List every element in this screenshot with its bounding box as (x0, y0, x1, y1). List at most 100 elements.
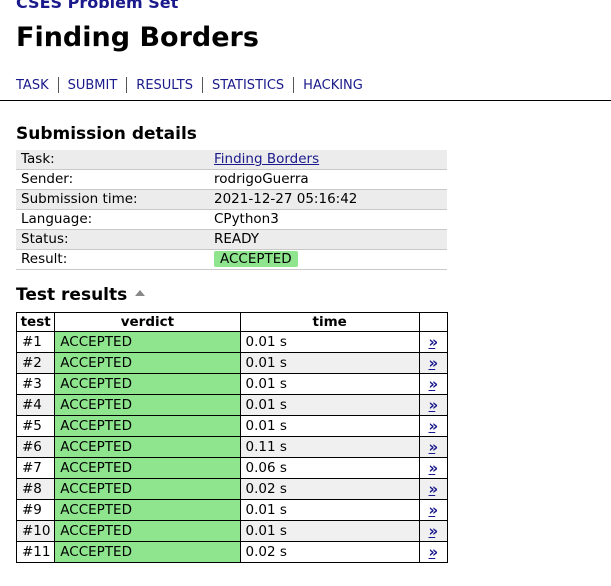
test-details-cell: » (418, 541, 449, 563)
nav-hacking[interactable]: HACKING (303, 78, 363, 93)
detail-row-result: Result: ACCEPTED (16, 249, 447, 270)
test-verdict: ACCEPTED (54, 373, 241, 395)
double-chevron-right-icon[interactable]: » (429, 522, 439, 540)
table-row: #3 ACCEPTED 0.01 s » (15, 373, 449, 395)
sort-up-icon[interactable] (135, 290, 146, 296)
test-details-cell: » (418, 415, 449, 437)
test-verdict: ACCEPTED (54, 394, 241, 416)
detail-label: Task: (16, 150, 209, 170)
submission-details-table: Task: Finding Borders Sender: rodrigoGue… (16, 150, 447, 270)
test-details-cell: » (418, 436, 449, 458)
double-chevron-right-icon[interactable]: » (429, 501, 439, 519)
detail-value: rodrigoGuerra (209, 169, 447, 190)
double-chevron-right-icon[interactable]: » (429, 438, 439, 456)
test-number: #11 (15, 541, 56, 563)
detail-row-status: Status: READY (16, 229, 447, 250)
double-chevron-right-icon[interactable]: » (429, 375, 439, 393)
table-row: #6 ACCEPTED 0.11 s » (15, 436, 449, 458)
result-badge: ACCEPTED (214, 251, 298, 267)
test-verdict: ACCEPTED (54, 499, 241, 521)
test-number: #7 (15, 457, 56, 479)
test-results-heading: Test results (16, 285, 146, 305)
double-chevron-right-icon[interactable]: » (429, 396, 439, 414)
detail-label: Status: (16, 229, 209, 250)
nav-submit[interactable]: SUBMIT (68, 78, 118, 93)
detail-value: 2021-12-27 05:16:42 (209, 189, 447, 210)
double-chevron-right-icon[interactable]: » (429, 480, 439, 498)
nav-divider (293, 77, 295, 93)
test-verdict: ACCEPTED (54, 478, 241, 500)
detail-value: READY (209, 229, 447, 250)
detail-row-sender: Sender: rodrigoGuerra (16, 169, 447, 190)
double-chevron-right-icon[interactable]: » (429, 417, 439, 435)
test-details-cell: » (418, 331, 449, 353)
submission-details-heading: Submission details (16, 124, 197, 144)
test-number: #4 (15, 394, 56, 416)
test-time: 0.06 s (239, 457, 420, 479)
detail-row-submission-time: Submission time: 2021-12-27 05:16:42 (16, 189, 447, 210)
test-time: 0.01 s (239, 415, 420, 437)
test-number: #10 (15, 520, 56, 542)
nav-divider (57, 77, 59, 93)
test-time: 0.11 s (239, 436, 420, 458)
test-verdict: ACCEPTED (54, 520, 241, 542)
col-time: time (239, 312, 420, 332)
test-time: 0.01 s (239, 331, 420, 353)
test-results-title: Test results (16, 285, 128, 305)
detail-label: Language: (16, 209, 209, 230)
table-row: #7 ACCEPTED 0.06 s » (15, 457, 449, 479)
test-results-body: #1 ACCEPTED 0.01 s» #2 ACCEPTED 0.01 s» #3 ACCE… (15, 331, 449, 563)
task-link[interactable]: Finding Borders (214, 151, 319, 167)
test-time: 0.02 s (239, 541, 420, 563)
col-link (418, 312, 449, 332)
double-chevron-right-icon[interactable]: » (429, 543, 439, 561)
test-time: 0.01 s (239, 520, 420, 542)
test-details-cell: » (418, 499, 449, 521)
test-results-table: test verdict time #1 ACCEPTED 0.01 s» #2 ACC… (15, 312, 449, 563)
detail-label: Submission time: (16, 189, 209, 210)
double-chevron-right-icon[interactable]: » (429, 354, 439, 372)
test-details-cell: » (418, 457, 449, 479)
detail-value: CPython3 (209, 209, 447, 230)
detail-value: Finding Borders (209, 150, 447, 170)
detail-row-language: Language: CPython3 (16, 209, 447, 230)
test-verdict: ACCEPTED (54, 541, 241, 563)
nav-task[interactable]: TASK (16, 78, 49, 93)
test-number: #6 (15, 436, 56, 458)
detail-label: Result: (16, 249, 209, 270)
nav-divider (201, 77, 203, 93)
test-verdict: ACCEPTED (54, 331, 241, 353)
test-verdict: ACCEPTED (54, 436, 241, 458)
nav-statistics[interactable]: STATISTICS (212, 78, 284, 93)
table-row: #9 ACCEPTED 0.01 s » (15, 499, 449, 521)
double-chevron-right-icon[interactable]: » (429, 459, 439, 477)
table-row: #4 ACCEPTED 0.01 s » (15, 394, 449, 416)
test-time: 0.01 s (239, 394, 420, 416)
test-verdict: ACCEPTED (54, 352, 241, 374)
test-number: #1 (15, 331, 56, 353)
table-header-row: test verdict time (15, 312, 449, 332)
test-verdict: ACCEPTED (54, 415, 241, 437)
test-number: #9 (15, 499, 56, 521)
test-time: 0.01 s (239, 352, 420, 374)
nav-results[interactable]: RESULTS (136, 78, 193, 93)
header-divider (0, 100, 611, 101)
test-verdict: ACCEPTED (54, 457, 241, 479)
table-row: #10 ACCEPTED 0.01 s » (15, 520, 449, 542)
page-title: Finding Borders (16, 22, 259, 53)
test-details-cell: » (418, 394, 449, 416)
detail-row-task: Task: Finding Borders (16, 150, 447, 170)
table-row: #5 ACCEPTED 0.01 s » (15, 415, 449, 437)
test-time: 0.02 s (239, 478, 420, 500)
table-row: #1 ACCEPTED 0.01 s » (15, 331, 449, 353)
double-chevron-right-icon[interactable]: » (429, 333, 439, 351)
col-test: test (15, 312, 56, 332)
test-number: #2 (15, 352, 56, 374)
test-details-cell: » (418, 373, 449, 395)
test-number: #8 (15, 478, 56, 500)
table-row: #11 ACCEPTED 0.02 s » (15, 541, 449, 563)
test-number: #5 (15, 415, 56, 437)
site-title[interactable]: CSES Problem Set (16, 0, 178, 12)
test-time: 0.01 s (239, 499, 420, 521)
test-details-cell: » (418, 478, 449, 500)
